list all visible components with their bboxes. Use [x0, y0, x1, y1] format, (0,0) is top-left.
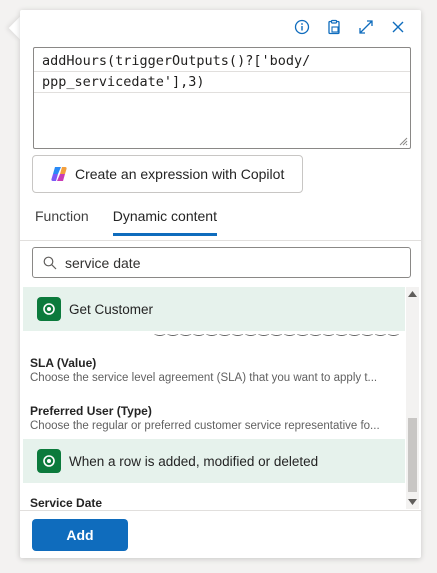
group-header-get-customer[interactable]: Get Customer: [23, 287, 405, 331]
expand-icon[interactable]: [355, 16, 377, 38]
list-item-title: SLA (Value): [30, 356, 97, 370]
copilot-expression-button[interactable]: Create an expression with Copilot: [32, 155, 303, 193]
list-item-preferred-user-type[interactable]: Preferred User (Type) Choose the regular…: [23, 391, 405, 439]
clipboard-icon[interactable]: [323, 16, 345, 38]
list-item-title: Preferred User (Type): [30, 404, 152, 418]
panel-toolbar: [291, 16, 409, 38]
partially-hidden-row: ‿ ‿ ‿ ‿ ‿ ‿ ‿ ‿ ‿ ‿ ‿ ‿ ‿ ‿ ‿ ‿ ‿ ‿ ‿ ‿: [155, 331, 398, 343]
group-header-row-added-modified-deleted[interactable]: When a row is added, modified or deleted: [23, 439, 405, 483]
dataverse-icon: [37, 449, 61, 473]
search-icon: [43, 256, 57, 269]
close-icon[interactable]: [387, 16, 409, 38]
info-icon[interactable]: [291, 16, 313, 38]
content-tabs: Function Dynamic content: [35, 208, 217, 236]
list-item-description: Choose the service level agreement (SLA)…: [30, 372, 378, 384]
dataverse-icon: [37, 297, 61, 321]
list-item-description: Choose the regular or preferred customer…: [30, 420, 380, 432]
expression-editor-panel: addHours(triggerOutputs()?['body/ ppp_se…: [20, 10, 421, 558]
copilot-icon: [51, 167, 67, 181]
copilot-button-label: Create an expression with Copilot: [75, 166, 285, 182]
group-label: Get Customer: [69, 301, 154, 317]
expression-input[interactable]: addHours(triggerOutputs()?['body/ ppp_se…: [33, 47, 411, 149]
list-item-service-date[interactable]: Service Date: [23, 483, 405, 509]
search-input[interactable]: service date: [32, 247, 411, 278]
resize-handle-icon[interactable]: [399, 137, 408, 146]
scroll-down-icon[interactable]: [408, 499, 417, 505]
list-item-title: Service Date: [30, 496, 103, 509]
expression-line-1: addHours(triggerOutputs()?['body/: [42, 53, 311, 69]
scroll-up-icon[interactable]: [408, 291, 417, 297]
group-label: When a row is added, modified or deleted: [69, 453, 319, 469]
search-value: service date: [65, 254, 141, 271]
tab-dynamic-content[interactable]: Dynamic content: [112, 208, 217, 236]
tab-function[interactable]: Function: [35, 208, 89, 236]
list-scrollbar[interactable]: [406, 287, 419, 509]
expression-line-2: ppp_servicedate'],3): [34, 71, 410, 93]
tabs-divider: [20, 240, 421, 241]
add-button[interactable]: Add: [32, 519, 128, 551]
dynamic-content-list: Get Customer ‿ ‿ ‿ ‿ ‿ ‿ ‿ ‿ ‿ ‿ ‿ ‿ ‿ ‿…: [23, 287, 405, 509]
scrollbar-thumb[interactable]: [408, 418, 417, 492]
list-item-sla-value[interactable]: SLA (Value) Choose the service level agr…: [23, 343, 405, 391]
footer-divider: [20, 510, 421, 511]
